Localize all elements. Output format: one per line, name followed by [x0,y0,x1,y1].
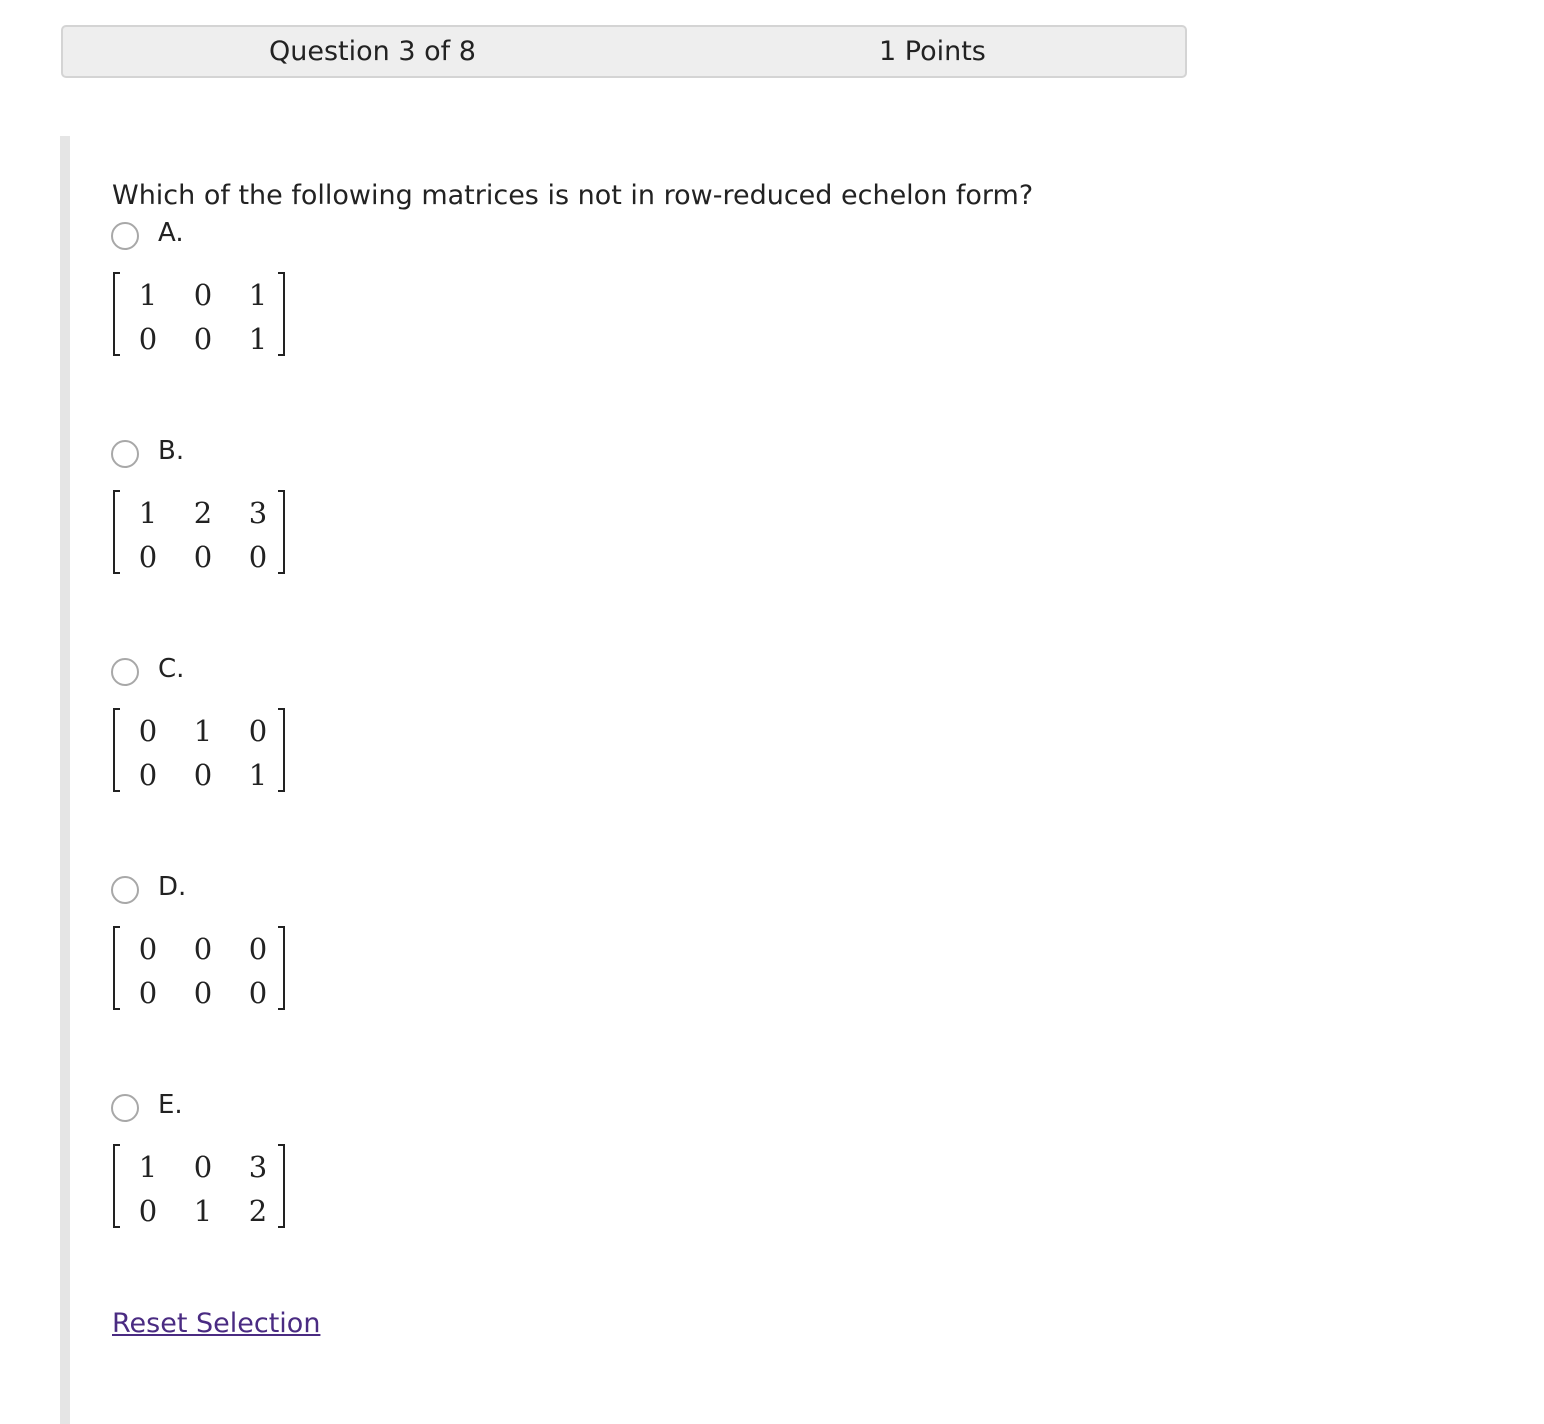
matrix-cell: 1 [193,714,213,748]
matrix-cell: 1 [248,278,268,312]
matrix-cell: 0 [138,322,158,356]
matrix: 0 1 0 0 0 1 [113,708,285,792]
left-bracket [113,926,120,1010]
left-bracket [113,490,120,574]
matrix-cell: 0 [193,1150,213,1184]
matrix-cell: 0 [193,976,213,1010]
matrix-cell: 0 [138,976,158,1010]
matrix-cell: 0 [248,540,268,574]
matrix-cell: 0 [193,758,213,792]
option-label: D. [158,872,187,902]
radio-button[interactable] [111,876,139,904]
left-bracket [113,272,120,356]
matrix-cell: 0 [248,932,268,966]
matrix-cell: 0 [193,932,213,966]
option-label: B. [158,436,185,466]
matrix: 0 0 0 0 0 0 [113,926,285,1010]
radio-button[interactable] [111,222,139,250]
option-label: A. [158,218,184,248]
radio-button[interactable] [111,658,139,686]
matrix-cell: 0 [138,932,158,966]
question-text: Which of the following matrices is not i… [112,180,1034,211]
matrix-cell: 0 [193,540,213,574]
matrix: 1 0 1 0 0 1 [113,272,285,356]
matrix-cell: 1 [193,1194,213,1228]
option-label: C. [158,654,185,684]
matrix-cell: 1 [138,1150,158,1184]
matrix-cell: 1 [138,278,158,312]
matrix-cell: 2 [193,496,213,530]
matrix-cell: 0 [193,278,213,312]
right-bracket [278,1144,285,1228]
matrix: 1 0 3 0 1 2 [113,1144,285,1228]
question-number: Question 3 of 8 [269,36,476,67]
matrix-cell: 0 [138,1194,158,1228]
right-bracket [278,708,285,792]
matrix-cell: 0 [138,540,158,574]
matrix-cell: 1 [248,322,268,356]
matrix-cell: 1 [138,496,158,530]
question-side-bar [60,136,70,1424]
matrix-cell: 3 [248,1150,268,1184]
matrix: 1 2 3 0 0 0 [113,490,285,574]
matrix-cell: 0 [193,322,213,356]
matrix-cell: 0 [248,714,268,748]
right-bracket [278,272,285,356]
matrix-cell: 3 [248,496,268,530]
matrix-cell: 0 [138,758,158,792]
left-bracket [113,1144,120,1228]
matrix-cell: 2 [248,1194,268,1228]
matrix-cell: 0 [248,976,268,1010]
reset-selection-link[interactable]: Reset Selection [112,1308,320,1339]
radio-button[interactable] [111,440,139,468]
matrix-cell: 1 [248,758,268,792]
left-bracket [113,708,120,792]
radio-button[interactable] [111,1094,139,1122]
right-bracket [278,926,285,1010]
points-label: 1 Points [879,36,986,67]
matrix-cell: 0 [138,714,158,748]
question-header: Question 3 of 8 1 Points [61,25,1187,78]
option-label: E. [158,1090,183,1120]
right-bracket [278,490,285,574]
